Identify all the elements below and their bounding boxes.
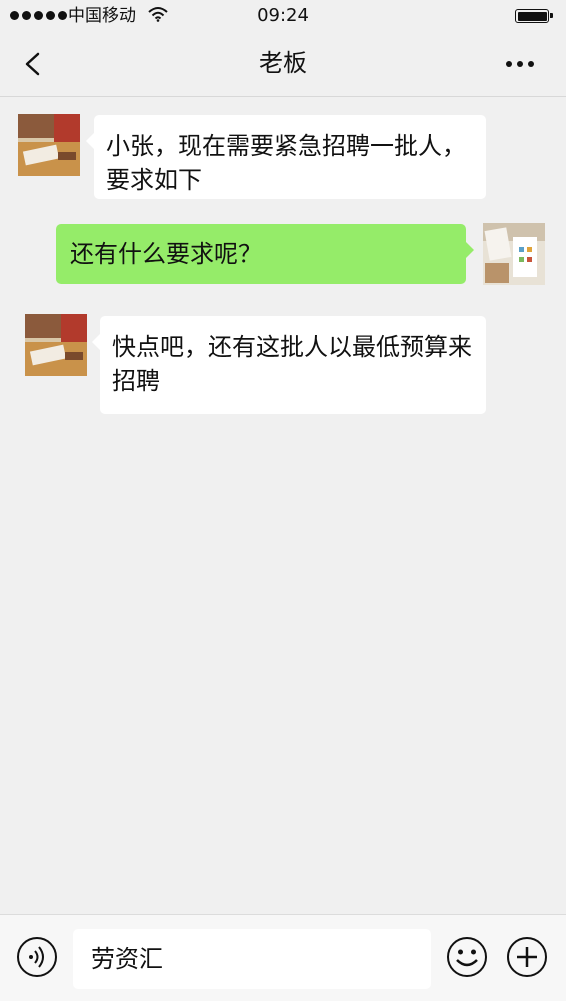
navigation-bar: 老板 <box>0 32 566 97</box>
my-avatar[interactable] <box>483 223 545 285</box>
chat-title: 老板 <box>259 49 307 77</box>
message-bubble-incoming: 小张，现在需要紧急招聘一批人，要求如下 <box>86 115 486 199</box>
plus-icon[interactable] <box>506 936 548 978</box>
message-text: 还有什么要求呢？ <box>70 240 262 268</box>
boss-avatar[interactable] <box>25 314 87 376</box>
message-text: 快点吧，还有这批人以最低预算来招聘 <box>112 333 472 395</box>
status-time: 09:24 <box>257 5 309 26</box>
chat-input-bar: 劳资汇 <box>0 914 566 1001</box>
more-options-button[interactable] <box>500 48 540 80</box>
voice-icon[interactable] <box>16 936 58 978</box>
boss-avatar[interactable] <box>18 114 80 176</box>
emoji-icon[interactable] <box>446 936 488 978</box>
battery-icon <box>515 9 553 23</box>
message-input[interactable]: 劳资汇 <box>73 929 431 989</box>
status-bar: 中国移动 09:24 <box>0 0 566 32</box>
message-text: 小张，现在需要紧急招聘一批人，要求如下 <box>106 132 466 194</box>
message-bubble-incoming: 快点吧，还有这批人以最低预算来招聘 <box>92 316 486 414</box>
message-bubble-outgoing: 还有什么要求呢？ <box>56 224 474 284</box>
